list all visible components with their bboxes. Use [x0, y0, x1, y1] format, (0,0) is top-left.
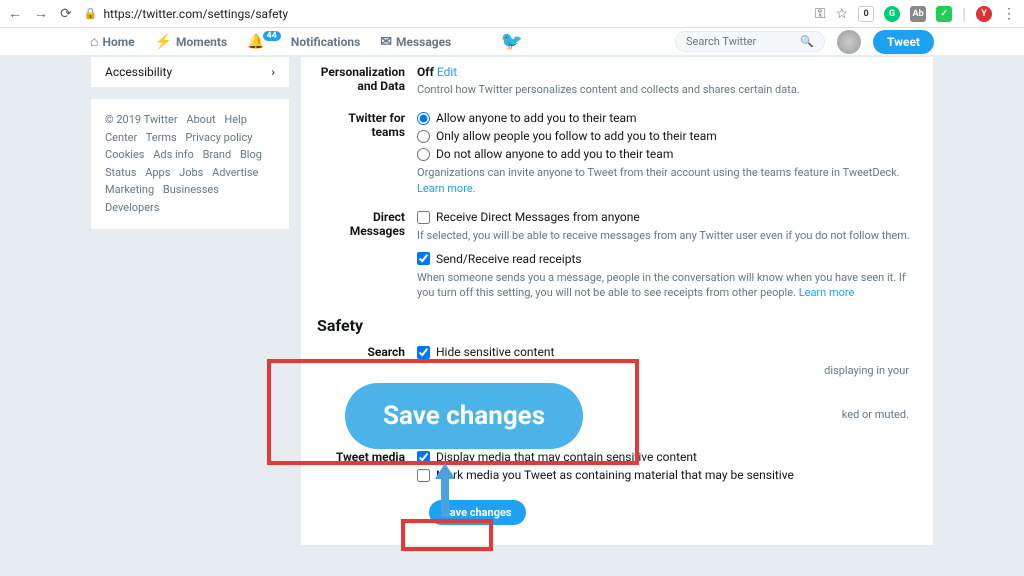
teams-help: Organizations can invite anyone to Tweet… [417, 165, 917, 196]
menu-icon[interactable]: ⋮ [1002, 6, 1016, 22]
home-icon: ⌂ [90, 33, 98, 50]
learn-more-link[interactable]: Learn more. [417, 182, 476, 195]
ext-badge-icon[interactable]: 0 [858, 6, 874, 22]
nav-moments[interactable]: ⚡Moments [155, 34, 228, 50]
safety-heading: Safety [317, 316, 917, 335]
dm-help2: When someone sends you a message, people… [417, 270, 917, 301]
footer-link[interactable]: Cookies [105, 148, 144, 161]
sidebar-item-accessibility[interactable]: Accessibility› [91, 57, 289, 87]
ext-check-icon[interactable]: ✓ [936, 6, 952, 22]
search-help: displaying in your [417, 363, 917, 378]
footer-link[interactable]: Businesses [163, 183, 219, 196]
forward-icon[interactable]: → [34, 5, 48, 22]
browser-toolbar: ← → ⟳ 🔒 https://twitter.com/settings/saf… [0, 0, 1024, 28]
reload-icon[interactable]: ⟳ [60, 6, 72, 22]
back-icon[interactable]: ← [8, 5, 22, 22]
tweet-button[interactable]: Tweet [873, 30, 934, 54]
footer-link[interactable]: Jobs [179, 166, 203, 179]
mark-sensitive-checkbox[interactable] [417, 469, 430, 482]
learn-more-link[interactable]: Learn more [799, 286, 855, 299]
nav-messages[interactable]: ✉Messages [380, 34, 451, 50]
address-bar[interactable]: 🔒 https://twitter.com/settings/safety [84, 7, 803, 21]
notif-badge: 44 [263, 31, 281, 41]
key-icon[interactable]: ⚿ [815, 6, 826, 22]
copyright: © 2019 Twitter [105, 113, 178, 126]
dm-help1: If selected, you will be able to receive… [417, 228, 917, 243]
footer-link[interactable]: Status [105, 166, 136, 179]
nav-home[interactable]: ⌂Home [90, 33, 135, 50]
footer-link[interactable]: Ads info [153, 148, 194, 161]
lightning-icon: ⚡ [155, 34, 172, 50]
search-icon: 🔍 [800, 35, 814, 48]
nav-notifications[interactable]: 🔔44Notifications [247, 34, 360, 50]
twitter-nav: ⌂Home ⚡Moments 🔔44Notifications ✉Message… [0, 28, 1024, 56]
label-personalization: Personalization and Data [317, 65, 417, 97]
adblock-icon[interactable]: Ab [910, 6, 926, 22]
footer-link[interactable]: Apps [145, 166, 170, 179]
footer-link[interactable]: Advertise [212, 166, 258, 179]
sidebar-card: Accessibility› [90, 56, 290, 88]
footer-links: © 2019 Twitter About Help Center Terms P… [90, 98, 290, 230]
personalization-value: Off [417, 65, 434, 79]
star-icon[interactable]: ☆ [836, 6, 849, 22]
teams-radio-none[interactable] [417, 148, 430, 161]
divider: | [962, 4, 966, 23]
footer-link[interactable]: Blog [240, 148, 262, 161]
teams-radio-anyone[interactable] [417, 112, 430, 125]
avatar[interactable] [837, 30, 861, 54]
settings-panel: Personalization and Data Off Edit Contro… [300, 56, 934, 546]
twitter-logo-icon[interactable]: 🐦 [501, 31, 523, 52]
lock-icon: 🔒 [84, 7, 98, 20]
footer-link[interactable]: Privacy policy [185, 131, 252, 144]
footer-link[interactable]: About [186, 113, 215, 126]
display-sensitive-checkbox[interactable] [417, 451, 430, 464]
footer-link[interactable]: Brand [203, 148, 232, 161]
url-text: https://twitter.com/settings/safety [103, 7, 288, 21]
edit-link[interactable]: Edit [437, 65, 457, 79]
dm-receipts-checkbox[interactable] [417, 252, 430, 265]
footer-link[interactable]: Terms [146, 131, 177, 144]
label-teams: Twitter for teams [317, 111, 417, 196]
hide-sensitive-checkbox[interactable] [417, 346, 430, 359]
personalization-help: Control how Twitter personalizes content… [417, 82, 917, 97]
annotation-arrow-body [441, 477, 449, 517]
teams-radio-follow[interactable] [417, 130, 430, 143]
extension-icons: ⚿ ☆ 0 G Ab ✓ | Y ⋮ [815, 4, 1016, 23]
footer-link[interactable]: Developers [105, 201, 159, 214]
yandex-icon[interactable]: Y [976, 6, 992, 22]
grammarly-icon[interactable]: G [884, 6, 900, 22]
chevron-right-icon: › [271, 65, 275, 79]
dm-anyone-checkbox[interactable] [417, 211, 430, 224]
label-dm: Direct Messages [317, 210, 417, 300]
envelope-icon: ✉ [380, 34, 392, 50]
search-input[interactable]: Search Twitter🔍 [675, 31, 825, 52]
annotation-save-button[interactable]: Save changes [345, 383, 583, 449]
bell-icon: 🔔 [247, 34, 264, 50]
footer-link[interactable]: Marketing [105, 183, 154, 196]
label-tweet-media: Tweet media [317, 450, 417, 486]
